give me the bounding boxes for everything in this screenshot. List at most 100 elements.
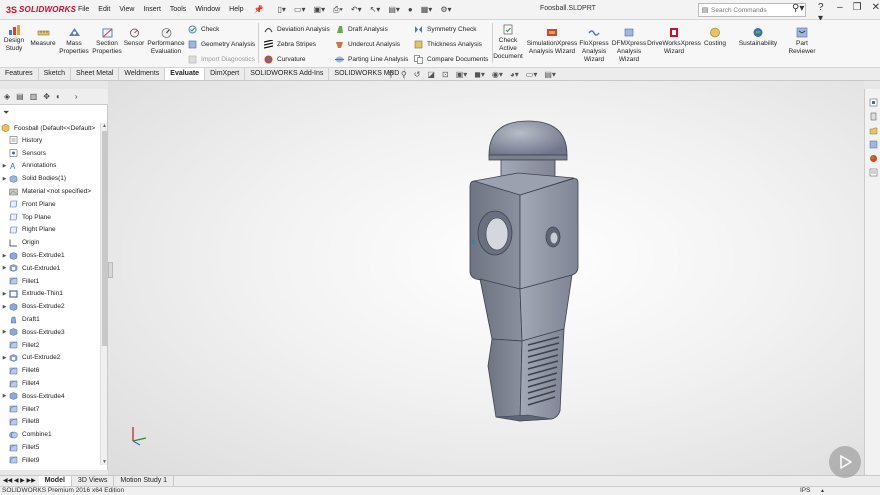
propertymanager-tab-icon[interactable]: ▤ [16, 92, 24, 101]
pin-menu-icon[interactable]: 📌 [254, 5, 264, 14]
tree-item[interactable]: Fillet6 [0, 364, 100, 377]
appearances-icon[interactable] [868, 153, 878, 163]
custom-properties-icon[interactable] [868, 167, 878, 177]
view-orientation-icon[interactable]: ▣▾ [456, 70, 468, 79]
search-icon[interactable]: ⚲▾ [792, 3, 804, 14]
tree-item[interactable]: Top Plane [0, 211, 100, 224]
solidworks-logo[interactable]: 3S SOLIDWORKS [0, 5, 78, 15]
menu-tools[interactable]: Tools [170, 6, 186, 13]
curvature-button[interactable]: Curvature [263, 55, 306, 64]
draft-analysis-button[interactable]: Draft Analysis [334, 25, 388, 34]
simulationxpress-button[interactable]: SimulationXpress Analysis Wizard [526, 26, 578, 56]
tree-item[interactable]: ▶ Boss-Extrude3 [0, 326, 100, 339]
tab-scroll-icons[interactable]: ◀◀ ◀ ▶ ▶▶ [0, 476, 39, 486]
displaymanager-tab-icon[interactable]: ◐ [56, 92, 61, 101]
import-diagnostics-button[interactable]: Import Diagnostics [187, 55, 255, 64]
tree-item[interactable]: Fillet7 [0, 403, 100, 416]
tab-sheet-metal[interactable]: Sheet Metal [71, 68, 120, 80]
menu-insert[interactable]: Insert [143, 6, 161, 13]
tab-motion-study-1[interactable]: Motion Study 1 [114, 476, 175, 486]
tab-3d-views[interactable]: 3D Views [72, 476, 115, 486]
design-study-button[interactable]: Design Study [3, 23, 25, 53]
tree-item[interactable]: History [0, 134, 100, 147]
deviation-analysis-button[interactable]: Deviation Analysis [263, 25, 330, 34]
tree-item[interactable]: Right Plane [0, 224, 100, 237]
menu-help[interactable]: Help [229, 6, 243, 13]
file-properties-icon[interactable]: ▦▾ [421, 5, 433, 15]
section-view-icon[interactable]: ◪ [427, 70, 435, 79]
expand-arrow-icon[interactable]: ▶ [0, 163, 9, 169]
undercut-analysis-button[interactable]: Undercut Analysis [334, 40, 400, 49]
print-icon[interactable]: ⎙▾ [333, 5, 343, 15]
panel-collapse-handle[interactable] [108, 262, 113, 278]
graphics-area[interactable] [108, 81, 864, 475]
tree-item[interactable]: Sensors [0, 147, 100, 160]
tab-sketch[interactable]: Sketch [39, 68, 72, 80]
tree-root[interactable]: Foosball (Default<<Default> [0, 122, 100, 134]
apply-scene-icon[interactable]: ▭▾ [526, 70, 538, 79]
panel-expand-icon[interactable]: › [75, 92, 78, 101]
undo-icon[interactable]: ↶▾ [351, 5, 362, 15]
tree-item[interactable]: Fillet5 [0, 441, 100, 454]
check-button[interactable]: Check [187, 25, 219, 34]
sensor-button[interactable]: Sensor [123, 26, 145, 48]
check-active-document-button[interactable]: Check Active Document [493, 23, 523, 61]
tree-item[interactable]: ▶ Boss-Extrude2 [0, 300, 100, 313]
symmetry-check-button[interactable]: Symmetry Check [413, 25, 476, 34]
rebuild-icon[interactable]: ▤▾ [388, 5, 400, 15]
expand-arrow-icon[interactable]: ▶ [0, 291, 9, 297]
scroll-up-icon[interactable]: ▲ [101, 123, 108, 129]
configurationmanager-tab-icon[interactable]: ▥ [30, 92, 38, 101]
tab-weldments[interactable]: Weldments [119, 68, 166, 80]
units-caret-icon[interactable]: ▲ [820, 487, 825, 495]
expand-arrow-icon[interactable]: ▶ [0, 329, 9, 335]
dimxpertmanager-tab-icon[interactable]: ✥ [43, 92, 50, 101]
tree-item[interactable]: Fillet8 [0, 416, 100, 429]
menu-window[interactable]: Window [195, 6, 220, 13]
driveworksxpress-button[interactable]: DriveWorksXpress Wizard [647, 26, 701, 56]
filter-icon[interactable]: ⏷ [3, 108, 9, 118]
expand-arrow-icon[interactable]: ▶ [0, 253, 9, 259]
tree-item[interactable]: ▶ Cut-Extrude2 [0, 352, 100, 365]
sustainability-button[interactable]: Sustainability [737, 26, 779, 48]
solidworks-resources-icon[interactable] [868, 97, 878, 107]
geometry-analysis-button[interactable]: Geometry Analysis [187, 40, 255, 49]
video-play-button[interactable] [829, 446, 861, 478]
part-reviewer-button[interactable]: Part Reviewer [786, 26, 818, 56]
expand-arrow-icon[interactable]: ▶ [0, 355, 9, 361]
tree-item[interactable]: Draft1 [0, 313, 100, 326]
menu-edit[interactable]: Edit [98, 6, 110, 13]
display-style-icon[interactable]: ◼▾ [474, 70, 485, 79]
previous-view-icon[interactable]: ↺ [414, 70, 421, 79]
units-selector[interactable]: IPS [800, 487, 810, 495]
save-icon[interactable]: ▣▾ [314, 5, 326, 15]
open-icon[interactable]: ▭▾ [294, 5, 306, 15]
tree-item[interactable]: ▶ Boss-Extrude4 [0, 390, 100, 403]
zoom-to-area-icon[interactable]: ⚲ [401, 70, 407, 79]
tree-item[interactable]: ▶ Extrude-Thin1 [0, 288, 100, 301]
tree-item[interactable]: ▶ Solid Bodies(1) [0, 172, 100, 185]
expand-arrow-icon[interactable]: ▶ [0, 304, 9, 310]
measure-button[interactable]: Measure [29, 26, 57, 48]
options-icon[interactable]: ⚙▾ [440, 5, 451, 15]
tree-item[interactable]: Fillet4 [0, 377, 100, 390]
parting-line-analysis-button[interactable]: Parting Line Analysis [334, 55, 408, 64]
search-commands-input[interactable] [711, 6, 791, 14]
tab-model[interactable]: Model [38, 476, 72, 486]
tab-evaluate[interactable]: Evaluate [165, 68, 206, 80]
menu-view[interactable]: View [119, 6, 134, 13]
expand-arrow-icon[interactable]: ▶ [0, 265, 9, 271]
file-explorer-icon[interactable] [868, 125, 878, 135]
scrollbar-thumb[interactable] [102, 131, 107, 346]
tab-solidworks-add-ins[interactable]: SOLIDWORKS Add-Ins [245, 68, 330, 80]
design-library-icon[interactable] [868, 111, 878, 121]
view-settings-icon[interactable]: ▤▾ [544, 70, 556, 79]
tab-dimxpert[interactable]: DimXpert [205, 68, 246, 80]
performance-evaluation-button[interactable]: Performance Evaluation [146, 26, 186, 56]
zoom-to-fit-icon[interactable]: ⚲ [388, 70, 394, 79]
tree-item[interactable]: ▶ Cut-Extrude1 [0, 262, 100, 275]
tree-item[interactable]: ▶ A Annotations [0, 160, 100, 173]
tree-item[interactable]: Combine1 [0, 428, 100, 441]
tree-item[interactable]: Fillet2 [0, 339, 100, 352]
search-commands-box[interactable]: ▤ [698, 3, 806, 17]
